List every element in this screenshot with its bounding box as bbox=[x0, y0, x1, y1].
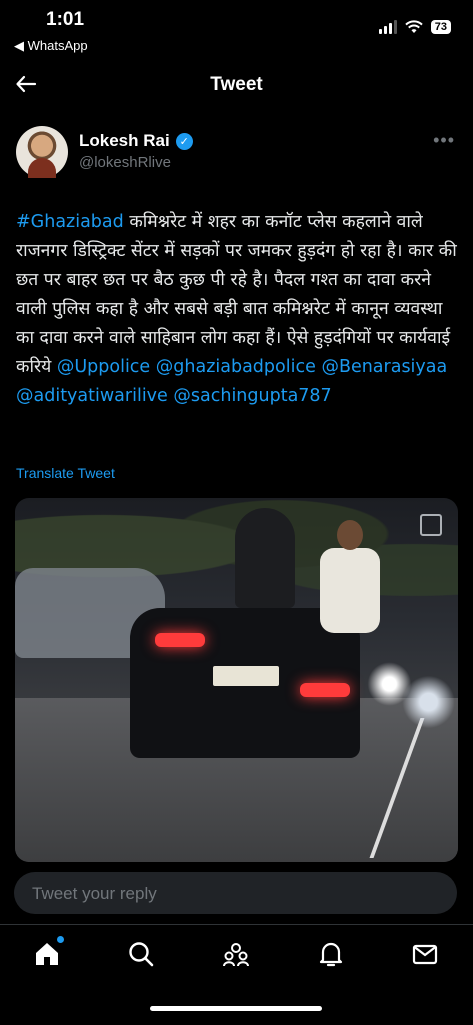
wifi-icon bbox=[405, 20, 423, 33]
mention-link[interactable]: @ghaziabadpolice bbox=[156, 357, 316, 377]
mention-link[interactable]: @sachingupta787 bbox=[173, 386, 331, 406]
media-badge-icon bbox=[420, 514, 442, 536]
hashtag-link[interactable]: #Ghaziabad bbox=[16, 212, 124, 232]
tweet-media-image[interactable] bbox=[15, 498, 458, 862]
mention-link[interactable]: @adityatiwarilive bbox=[16, 386, 168, 406]
messages-icon[interactable] bbox=[410, 939, 440, 969]
avatar[interactable] bbox=[16, 126, 68, 178]
author-handle[interactable]: @lokeshRlive bbox=[79, 154, 171, 171]
status-icons: 73 bbox=[378, 20, 451, 34]
author-name[interactable]: Lokesh Rai ✓ bbox=[79, 131, 193, 151]
signal-icon bbox=[378, 20, 397, 34]
back-to-whatsapp-link[interactable]: ◀ WhatsApp bbox=[14, 38, 88, 54]
page-title: Tweet bbox=[210, 74, 263, 95]
translate-tweet-link[interactable]: Translate Tweet bbox=[16, 465, 115, 481]
notifications-icon[interactable] bbox=[316, 939, 346, 969]
notification-dot bbox=[57, 936, 64, 943]
home-indicator bbox=[150, 1006, 322, 1011]
reply-field-container[interactable] bbox=[14, 872, 457, 916]
verified-badge-icon: ✓ bbox=[175, 132, 193, 150]
tweet-body: कमिश्नरेट में शहर का कनॉट प्लेस कहलाने व… bbox=[16, 212, 457, 377]
author-name-text[interactable]: Lokesh Rai bbox=[79, 131, 170, 151]
home-icon[interactable] bbox=[32, 936, 64, 969]
mention-link[interactable]: @Uppolice bbox=[57, 357, 150, 377]
tweet-text: #Ghaziabad कमिश्नरेट में शहर का कनॉट प्ल… bbox=[16, 208, 461, 411]
reply-bar bbox=[0, 866, 473, 924]
reply-input[interactable] bbox=[30, 872, 434, 916]
status-bar: 1:01 ◀ WhatsApp 73 bbox=[0, 0, 473, 60]
more-options-icon[interactable]: ••• bbox=[433, 130, 455, 151]
search-icon[interactable] bbox=[126, 939, 156, 969]
mention-link[interactable]: @Benarasiyaa bbox=[321, 357, 447, 377]
tweet-header: Tweet bbox=[0, 62, 473, 108]
communities-icon[interactable] bbox=[221, 939, 251, 969]
battery-indicator: 73 bbox=[430, 20, 451, 34]
status-time: 1:01 bbox=[46, 9, 85, 30]
